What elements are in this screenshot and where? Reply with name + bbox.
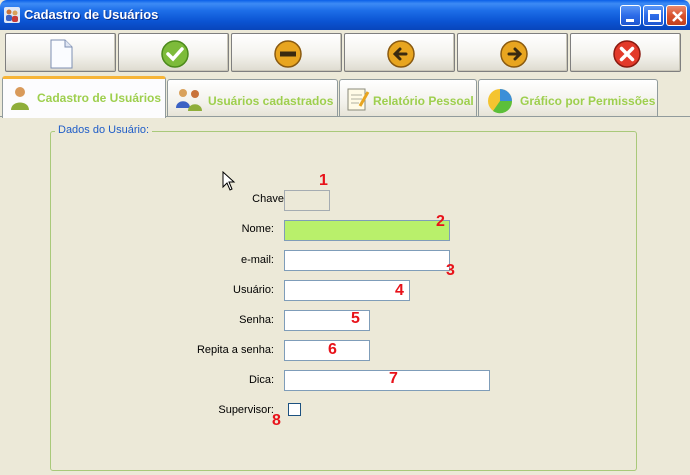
nome-label: Nome: xyxy=(241,223,274,235)
tab-strip: Cadastro de Usuários Usuários cadastrado… xyxy=(0,76,690,118)
usuario-label: Usuário: xyxy=(233,284,274,296)
nome-field[interactable] xyxy=(284,220,450,241)
close-window-button[interactable] xyxy=(666,5,687,26)
tab-grafico-permissoes[interactable]: Gráfico por Permissões xyxy=(478,79,658,117)
annotation-number: 6 xyxy=(328,341,337,358)
title-bar: Cadastro de Usuários xyxy=(0,0,690,30)
repita-senha-field[interactable] xyxy=(284,340,370,361)
next-arrow-icon xyxy=(500,40,528,68)
tab-label: Cadastro de Usuários xyxy=(37,91,162,105)
previous-button[interactable] xyxy=(344,33,455,72)
user-icon xyxy=(11,87,29,110)
annotation-number: 2 xyxy=(436,213,445,230)
annotation-number: 4 xyxy=(395,282,404,299)
save-button[interactable] xyxy=(118,33,229,72)
chave-label: Chave: xyxy=(252,193,287,205)
supervisor-checkbox[interactable] xyxy=(288,403,301,416)
report-notepad-icon xyxy=(347,88,370,111)
usuario-field[interactable] xyxy=(284,280,410,301)
close-icon xyxy=(672,11,683,22)
maximize-button[interactable] xyxy=(643,5,664,26)
tab-label: Usuários cadastrados xyxy=(208,94,334,108)
supervisor-label: Supervisor: xyxy=(218,404,274,416)
new-document-icon xyxy=(50,39,73,69)
tab-label: Gráfico por Permissões xyxy=(520,94,656,108)
tab-content-panel: Dados do Usuário: Chave: Nome: e-mail: U… xyxy=(0,116,690,475)
dica-field[interactable] xyxy=(284,370,490,391)
remove-minus-icon xyxy=(274,40,302,68)
annotation-number: 8 xyxy=(272,412,281,429)
tab-cadastro-usuarios[interactable]: Cadastro de Usuários xyxy=(2,76,166,118)
cancel-x-icon xyxy=(613,40,641,68)
delete-button[interactable] xyxy=(231,33,342,72)
users-app-icon xyxy=(4,7,20,23)
pie-chart-icon xyxy=(488,89,513,114)
minimize-icon xyxy=(626,19,634,22)
maximize-icon xyxy=(648,10,661,22)
senha-label: Senha: xyxy=(239,314,274,326)
annotation-number: 5 xyxy=(351,310,360,327)
email-label: e-mail: xyxy=(240,254,274,266)
cancel-button[interactable] xyxy=(570,33,681,72)
toolbar xyxy=(0,30,690,76)
next-button[interactable] xyxy=(457,33,568,72)
users-group-icon xyxy=(176,89,202,111)
window-title: Cadastro de Usuários xyxy=(24,7,159,22)
dica-label: Dica: xyxy=(248,374,274,386)
new-button[interactable] xyxy=(5,33,116,72)
tab-relatorio-pessoal[interactable]: Relatório Pessoal xyxy=(339,79,477,117)
previous-arrow-icon xyxy=(387,40,415,68)
minimize-button[interactable] xyxy=(620,5,641,26)
mouse-cursor-icon xyxy=(222,171,236,191)
repita-senha-label: Repita a senha: xyxy=(196,344,274,356)
confirm-check-icon xyxy=(161,40,189,68)
annotation-number: 7 xyxy=(389,370,398,387)
chave-field[interactable] xyxy=(284,190,330,211)
annotation-number: 3 xyxy=(446,262,455,279)
tab-usuarios-cadastrados[interactable]: Usuários cadastrados xyxy=(167,79,338,117)
annotation-number: 1 xyxy=(319,172,328,189)
tab-label: Relatório Pessoal xyxy=(373,94,474,108)
group-title: Dados do Usuário: xyxy=(55,124,153,136)
email-field[interactable] xyxy=(284,250,450,271)
user-data-groupbox xyxy=(50,131,637,471)
